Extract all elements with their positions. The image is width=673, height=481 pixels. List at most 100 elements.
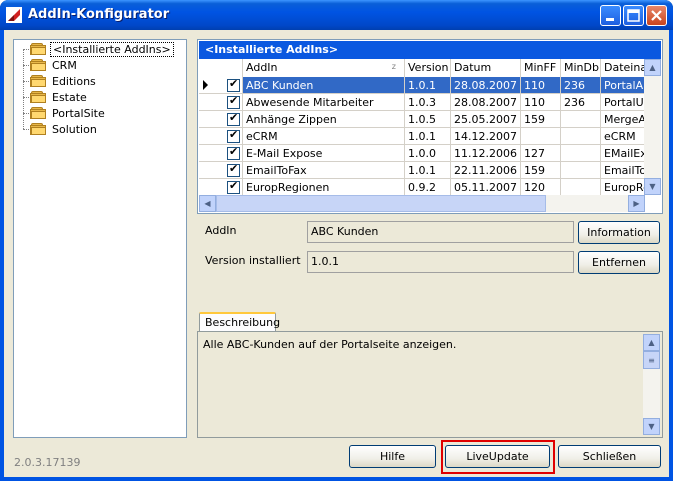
close-window-button[interactable]	[646, 5, 667, 26]
cell-datum: 22.11.2006	[451, 162, 521, 179]
column-header-dateiname[interactable]: Dateinar	[601, 59, 645, 77]
cell-addin: eCRM	[243, 128, 405, 145]
enabled-checkbox[interactable]	[227, 111, 240, 126]
grid-caption: <Installierte AddIns>	[199, 41, 661, 59]
tree-item-label: Solution	[52, 122, 97, 136]
cell-addin: Abwesende Mitarbeiter	[243, 94, 405, 111]
arrow-right-icon: ▶	[633, 199, 640, 208]
close-button[interactable]: Schließen	[558, 445, 661, 468]
folder-icon	[30, 75, 46, 87]
arrow-down-icon: ▼	[649, 182, 656, 191]
description-scrollbar[interactable]: ▲ ≡ ▼	[643, 334, 660, 435]
table-row[interactable]: Anhänge Zippen 1.0.5 25.05.2007 159 Merg…	[199, 111, 645, 128]
tree-item-solution[interactable]: Solution	[30, 121, 99, 137]
client-area: <Installierte AddIns> CRM Editions Estat…	[4, 30, 669, 477]
enabled-checkbox[interactable]	[227, 145, 240, 160]
sort-indicator: z	[391, 62, 396, 71]
column-header-datum[interactable]: Datum	[451, 59, 521, 77]
scroll-thumb[interactable]: ≡	[643, 351, 660, 369]
column-header-minff[interactable]: MinFF	[521, 59, 561, 77]
scroll-up-button[interactable]: ▲	[643, 334, 660, 351]
cell-mindb	[561, 128, 601, 145]
minimize-button[interactable]	[600, 5, 621, 26]
help-button[interactable]: Hilfe	[349, 445, 436, 468]
cell-dateiname: MergeAtt	[601, 111, 645, 128]
tab-beschreibung[interactable]: Beschreibung	[199, 312, 280, 332]
information-button[interactable]: Information	[578, 221, 660, 244]
minimize-icon	[606, 18, 614, 21]
arrow-down-icon: ▼	[648, 422, 655, 431]
cell-datum: 28.08.2007	[451, 77, 521, 94]
cell-datum: 25.05.2007	[451, 111, 521, 128]
app-icon	[6, 7, 22, 23]
cell-mindb: 236	[561, 94, 601, 111]
enabled-checkbox[interactable]	[227, 77, 240, 92]
version-installed-label: Version installiert	[205, 254, 301, 267]
cell-version: 1.0.0	[405, 145, 451, 162]
cell-dateiname: PortalAB	[601, 77, 645, 94]
cell-addin: ABC Kunden	[243, 77, 405, 94]
tree-item-label: <Installierte AddIns>	[50, 41, 174, 57]
header-blank	[199, 59, 243, 77]
folder-icon	[30, 59, 46, 71]
app-version: 2.0.3.17139	[14, 456, 81, 469]
addin-label: AddIn	[205, 224, 237, 237]
column-header-addin[interactable]: AddIn z	[243, 59, 405, 77]
cell-dateiname: PortalUs	[601, 94, 645, 111]
tree-item-label: Estate	[52, 90, 87, 104]
enabled-checkbox[interactable]	[227, 94, 240, 109]
arrow-left-icon: ◀	[204, 199, 211, 208]
cell-addin: EuropRegionen	[243, 179, 405, 196]
remove-button[interactable]: Entfernen	[578, 251, 660, 274]
tree-item-label: CRM	[52, 58, 77, 72]
cell-mindb	[561, 179, 601, 196]
title-bar[interactable]: AddIn-Konfigurator	[0, 0, 673, 30]
window-frame-right	[669, 30, 673, 481]
scroll-left-button[interactable]: ◀	[199, 195, 216, 212]
tree-item-portalsite[interactable]: PortalSite	[30, 105, 107, 121]
cell-datum: 05.11.2007	[451, 179, 521, 196]
tree-item-label: Editions	[52, 74, 96, 88]
cell-addin: EmailToFax	[243, 162, 405, 179]
window-title: AddIn-Konfigurator	[28, 7, 170, 22]
grip-icon: ≡	[648, 355, 655, 365]
scroll-down-button[interactable]: ▼	[644, 178, 661, 195]
table-row[interactable]: ABC Kunden 1.0.1 28.08.2007 110 236 Port…	[199, 77, 645, 94]
cell-datum: 11.12.2006	[451, 145, 521, 162]
cell-dateiname: EmailToF	[601, 162, 645, 179]
enabled-checkbox[interactable]	[227, 179, 240, 194]
cell-minff	[521, 128, 561, 145]
cell-minff: 110	[521, 94, 561, 111]
scroll-down-button[interactable]: ▼	[643, 418, 660, 435]
tree-item-estate[interactable]: Estate	[30, 89, 89, 105]
grid-vertical-scrollbar[interactable]: ▲ ▼	[644, 59, 661, 195]
table-row[interactable]: E-Mail Expose 1.0.0 11.12.2006 127 EMail…	[199, 145, 645, 162]
addin-name-field: ABC Kunden	[307, 221, 574, 243]
scroll-thumb[interactable]	[216, 195, 546, 212]
cell-dateiname: EuropRe	[601, 179, 645, 196]
maximize-button[interactable]	[623, 5, 644, 26]
enabled-checkbox[interactable]	[227, 128, 240, 143]
cell-version: 1.0.1	[405, 162, 451, 179]
tree-item-editions[interactable]: Editions	[30, 73, 98, 89]
cell-addin: Anhänge Zippen	[243, 111, 405, 128]
app-window: AddIn-Konfigurator <Installierte AddIns>	[0, 0, 673, 481]
cell-mindb	[561, 111, 601, 128]
addin-grid[interactable]: <Installierte AddIns> AddIn z Version Da…	[197, 39, 663, 214]
table-row[interactable]: Abwesende Mitarbeiter 1.0.3 28.08.2007 1…	[199, 94, 645, 111]
grid-header: AddIn z Version Datum MinFF MinDb Datein…	[199, 59, 645, 77]
grid-horizontal-scrollbar[interactable]: ◀ ▶	[199, 195, 645, 212]
tree-item-installed-addins[interactable]: <Installierte AddIns>	[30, 41, 174, 57]
table-row[interactable]: EuropRegionen 0.9.2 05.11.2007 120 Europ…	[199, 179, 645, 196]
scroll-up-button[interactable]: ▲	[644, 59, 661, 76]
table-row[interactable]: eCRM 1.0.1 14.12.2007 eCRM	[199, 128, 645, 145]
enabled-checkbox[interactable]	[227, 162, 240, 177]
window-frame-bottom	[0, 477, 673, 481]
tree-item-crm[interactable]: CRM	[30, 57, 79, 73]
category-tree[interactable]: <Installierte AddIns> CRM Editions Estat…	[13, 39, 187, 438]
scroll-right-button[interactable]: ▶	[628, 195, 645, 212]
cell-mindb: 236	[561, 77, 601, 94]
column-header-version[interactable]: Version	[405, 59, 451, 77]
column-header-mindb[interactable]: MinDb	[561, 59, 601, 77]
table-row[interactable]: EmailToFax 1.0.1 22.11.2006 159 EmailToF	[199, 162, 645, 179]
